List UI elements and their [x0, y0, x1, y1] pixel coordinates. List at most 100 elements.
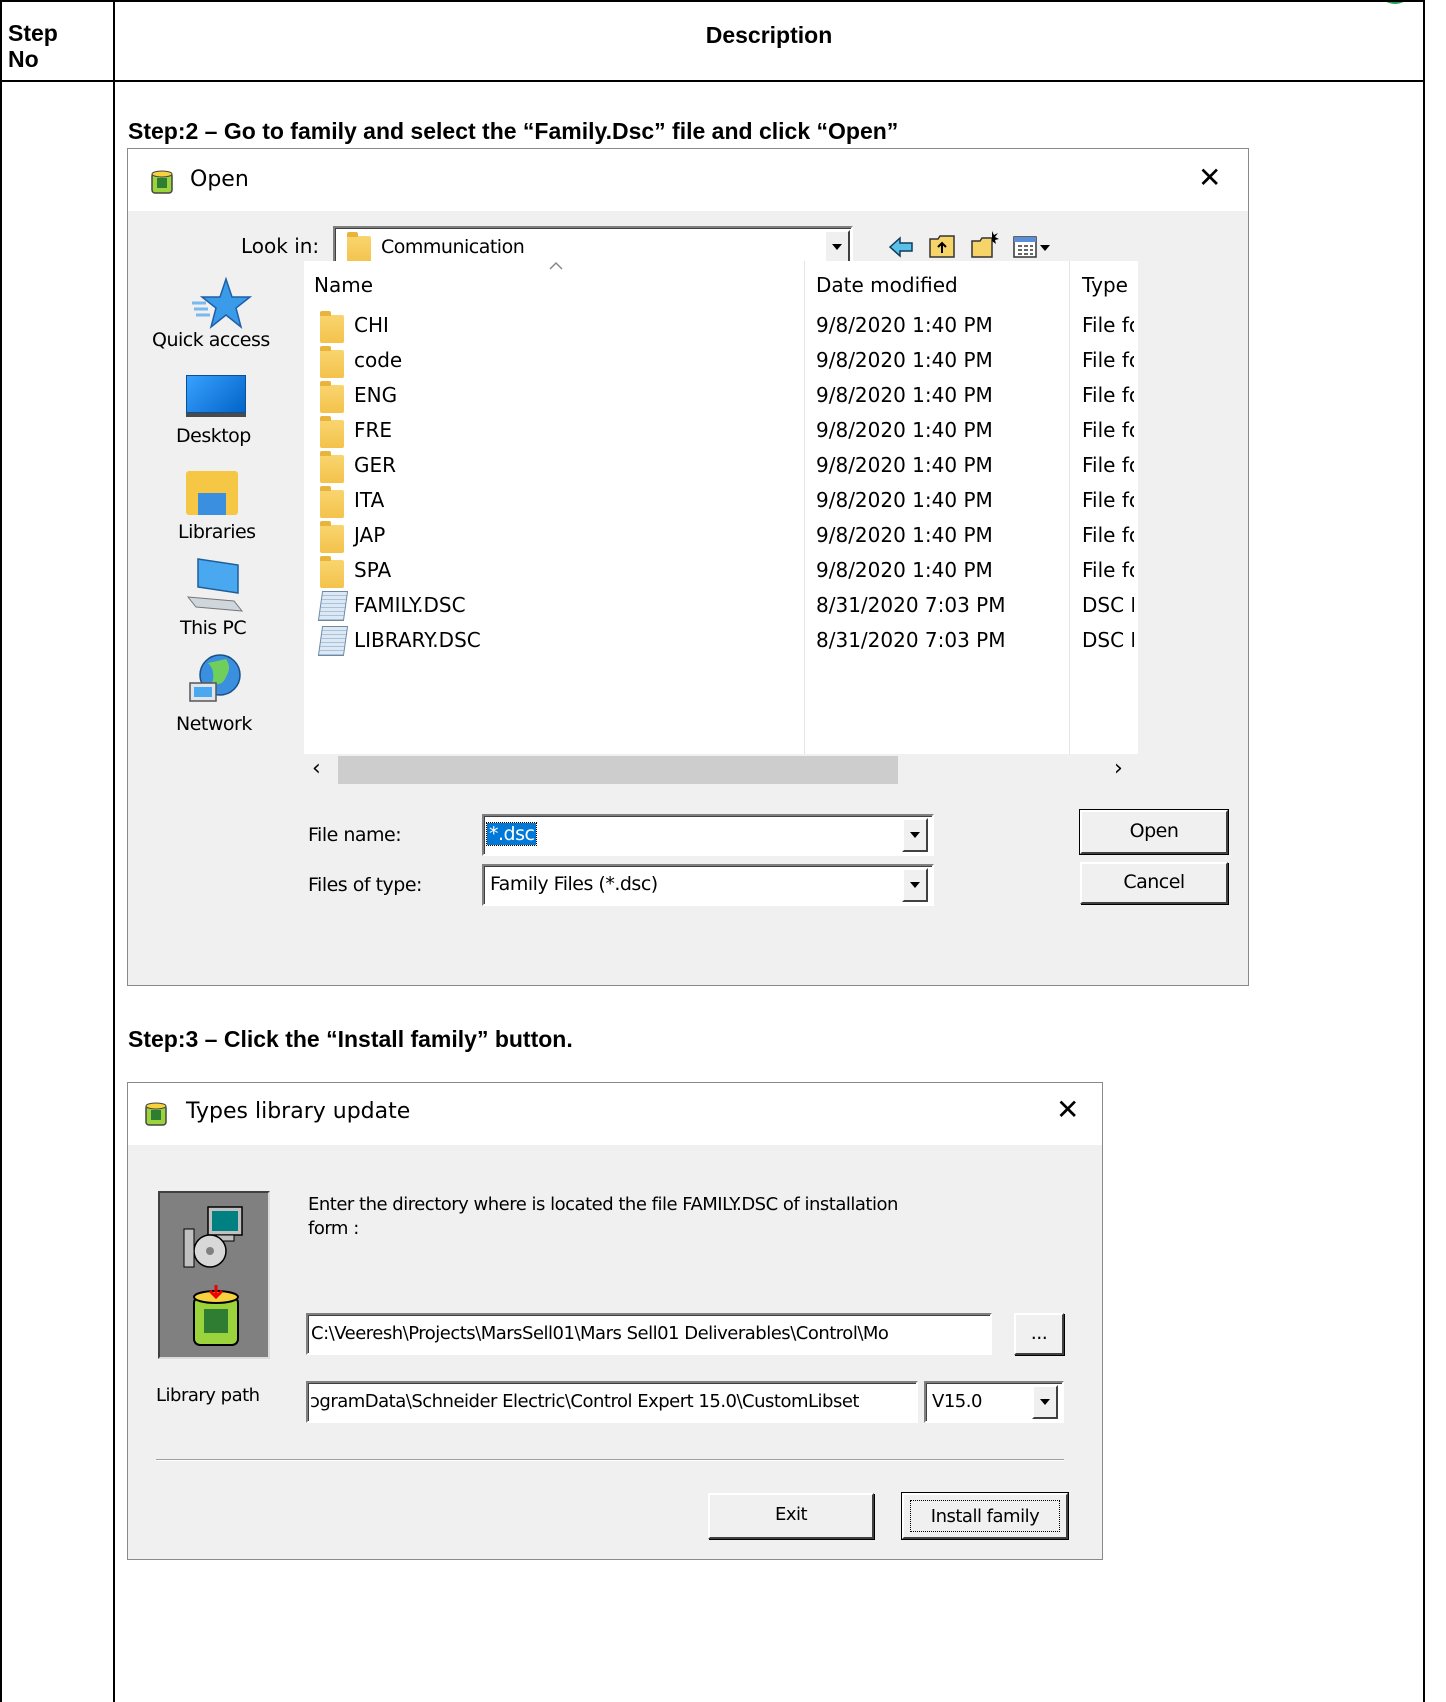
file-type-cell: File fc [1082, 348, 1134, 372]
libraries-icon-inner [198, 493, 226, 515]
file-list[interactable]: Name Date modified Type CHI 9/8/2020 1:40… [304, 261, 1138, 754]
step3-instruction: Step:3 – Click the “Install family” butt… [128, 1026, 573, 1052]
table-row[interactable]: ITA 9/8/2020 1:40 PM File fc [304, 484, 1138, 518]
folder-icon [320, 346, 344, 378]
open-dialog: Open ✕ Look in: Communication Quick acce… [127, 148, 1249, 986]
files-of-type-select[interactable]: Family Files (*.dsc) [482, 864, 934, 906]
version-value: V15.0 [932, 1391, 982, 1412]
column-divider [113, 0, 115, 1702]
table-row[interactable]: LIBRARY.DSC 8/31/2020 7:03 PM DSC F [304, 624, 1138, 658]
place-quick-access[interactable]: Quick access [152, 329, 270, 351]
file-type-cell: DSC F [1082, 628, 1134, 652]
types-library-dialog: Types library update ✕ Enter the directo… [127, 1082, 1103, 1560]
library-path-label: Library path [156, 1385, 260, 1406]
scroll-right-arrow[interactable]: › [1114, 756, 1123, 781]
folder-icon [347, 232, 371, 264]
close-icon[interactable]: ✕ [1056, 1093, 1079, 1126]
header-description: Description [705, 22, 833, 48]
file-icon [317, 626, 349, 656]
file-date-cell: 9/8/2020 1:40 PM [816, 558, 993, 582]
directory-input[interactable]: C:\Veeresh\Projects\MarsSell01\Mars Sell… [306, 1313, 992, 1355]
install-graphic [158, 1191, 270, 1359]
table-row[interactable]: FAMILY.DSC 8/31/2020 7:03 PM DSC F [304, 589, 1138, 623]
file-date-cell: 8/31/2020 7:03 PM [816, 593, 1006, 617]
file-name-cell: LIBRARY.DSC [354, 628, 481, 652]
folder-icon [320, 451, 344, 483]
file-date-cell: 9/8/2020 1:40 PM [816, 418, 993, 442]
install-family-button[interactable]: Install family [902, 1493, 1068, 1539]
file-icon [317, 591, 349, 621]
look-in-label: Look in: [241, 234, 320, 258]
folder-icon [320, 556, 344, 588]
exit-button[interactable]: Exit [708, 1493, 874, 1539]
browse-button[interactable]: ... [1014, 1313, 1064, 1355]
new-folder-icon[interactable] [970, 229, 1000, 259]
file-name-cell: ITA [354, 488, 385, 512]
folder-icon [320, 486, 344, 518]
place-libraries[interactable]: Libraries [178, 521, 256, 543]
scrollbar-thumb[interactable] [338, 756, 898, 784]
desktop-icon[interactable] [186, 375, 246, 413]
table-row[interactable]: code 9/8/2020 1:40 PM File fc [304, 344, 1138, 378]
scroll-left-arrow[interactable]: ‹ [312, 756, 321, 781]
table-row[interactable]: SPA 9/8/2020 1:40 PM File fc [304, 554, 1138, 588]
install-family-label: Install family [910, 1500, 1060, 1532]
app-icon [145, 1102, 167, 1126]
file-type-cell: File fc [1082, 558, 1134, 582]
look-in-dropdown-button[interactable] [824, 230, 850, 264]
cancel-button[interactable]: Cancel [1080, 862, 1228, 904]
back-icon[interactable] [888, 235, 914, 259]
file-name-value: *.dsc [485, 822, 538, 846]
close-icon[interactable]: ✕ [1198, 161, 1221, 194]
files-of-type-dropdown-button[interactable] [902, 868, 928, 902]
file-type-cell: File fc [1082, 313, 1134, 337]
files-of-type-value: Family Files (*.dsc) [490, 873, 658, 895]
file-name-cell: code [354, 348, 403, 372]
table-row[interactable]: GER 9/8/2020 1:40 PM File fc [304, 449, 1138, 483]
file-name-cell: FAMILY.DSC [354, 593, 466, 617]
step2-instruction: Step:2 – Go to family and select the “Fa… [128, 118, 899, 144]
quick-access-star-icon[interactable] [190, 275, 252, 331]
file-name-dropdown-button[interactable] [902, 818, 928, 852]
file-name-cell: CHI [354, 313, 389, 337]
place-desktop[interactable]: Desktop [176, 425, 251, 447]
folder-icon [320, 521, 344, 553]
open-dialog-title: Open [190, 167, 249, 192]
version-select[interactable]: V15.0 [924, 1381, 1064, 1423]
file-date-cell: 8/31/2020 7:03 PM [816, 628, 1006, 652]
file-date-cell: 9/8/2020 1:40 PM [816, 383, 993, 407]
view-menu-icon[interactable] [1012, 235, 1052, 259]
files-of-type-label: Files of type: [308, 874, 422, 896]
header-step-no: Step No [8, 20, 58, 72]
folder-icon [320, 381, 344, 413]
open-button[interactable]: Open [1080, 810, 1228, 854]
table-row[interactable]: JAP 9/8/2020 1:40 PM File fc [304, 519, 1138, 553]
version-dropdown-button[interactable] [1032, 1385, 1058, 1419]
table-row[interactable]: CHI 9/8/2020 1:40 PM File fc [304, 309, 1138, 343]
table-row[interactable]: FRE 9/8/2020 1:40 PM File fc [304, 414, 1138, 448]
library-path-input[interactable]: ɔgramData\Schneider Electric\Control Exp… [306, 1381, 918, 1423]
this-pc-icon[interactable] [184, 557, 246, 613]
column-header-date[interactable]: Date modified [816, 273, 958, 297]
file-date-cell: 9/8/2020 1:40 PM [816, 488, 993, 512]
file-name-input[interactable]: *.dsc [482, 814, 934, 856]
dialog-separator [156, 1459, 1064, 1461]
file-type-cell: File fc [1082, 418, 1134, 442]
place-network[interactable]: Network [176, 713, 252, 735]
types-dialog-title: Types library update [186, 1099, 411, 1124]
up-folder-icon[interactable] [928, 233, 956, 259]
column-header-name[interactable]: Name [314, 273, 373, 297]
file-name-cell: FRE [354, 418, 393, 442]
table-row[interactable]: ENG 9/8/2020 1:40 PM File fc [304, 379, 1138, 413]
horizontal-scrollbar[interactable]: ‹ › [304, 754, 1138, 786]
desktop-icon-base [186, 413, 246, 417]
place-this-pc[interactable]: This PC [180, 617, 247, 639]
directory-value: C:\Veeresh\Projects\MarsSell01\Mars Sell… [311, 1323, 889, 1344]
network-globe-icon[interactable] [186, 653, 246, 709]
file-name-cell: ENG [354, 383, 398, 407]
instruction-text: Enter the directory where is located the… [308, 1194, 898, 1239]
file-name-label: File name: [308, 824, 402, 846]
column-header-type[interactable]: Type [1082, 273, 1128, 297]
folder-icon [320, 416, 344, 448]
file-name-cell: JAP [354, 523, 386, 547]
